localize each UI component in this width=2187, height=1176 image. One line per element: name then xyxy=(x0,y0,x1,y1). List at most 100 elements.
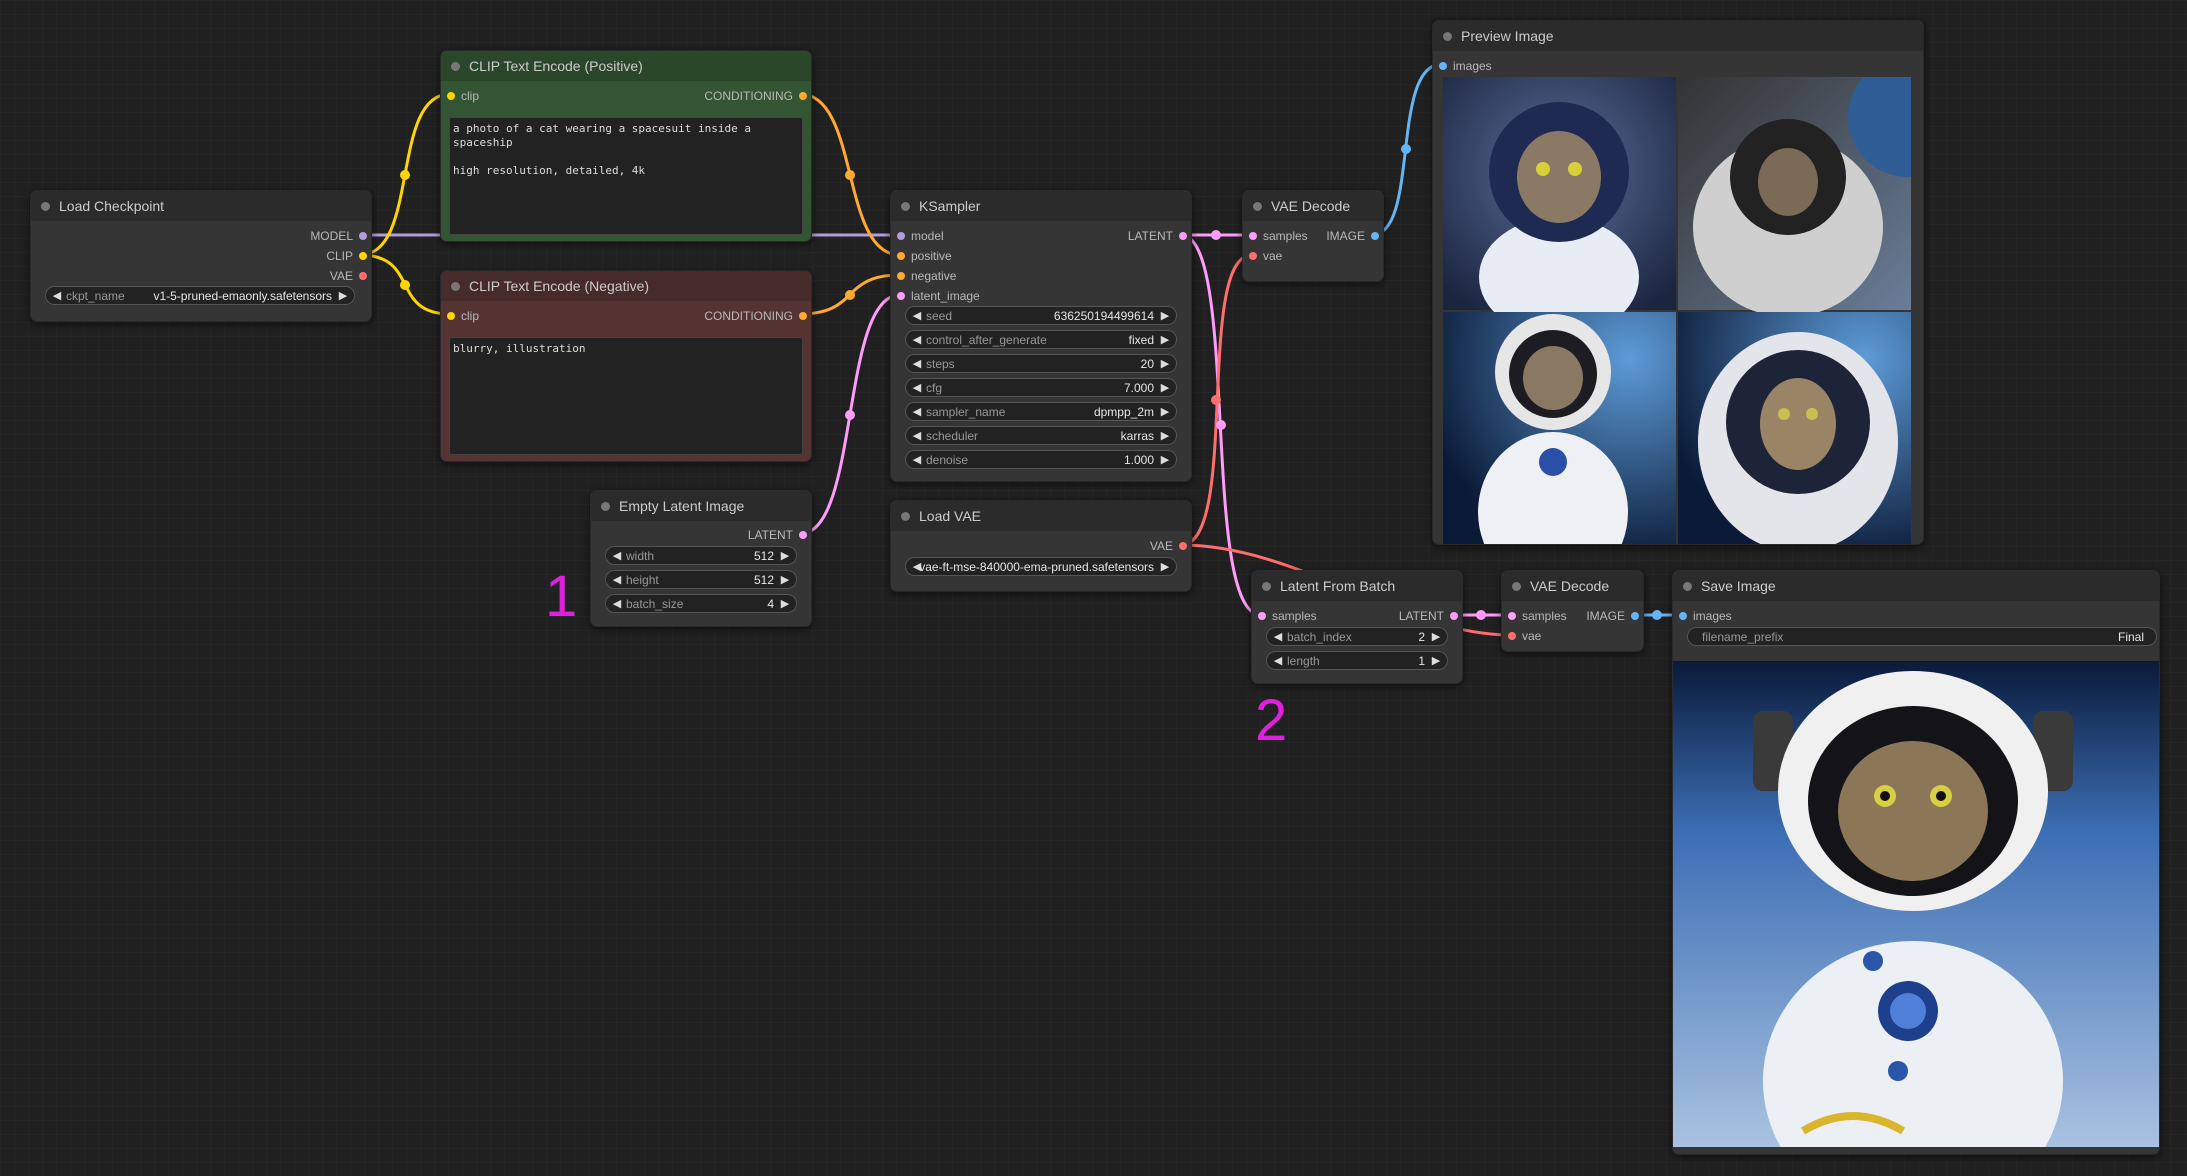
arrow-right-icon[interactable]: ▶ xyxy=(778,595,792,614)
control-after-generate-widget[interactable]: ◀ control_after_generate fixed ▶ xyxy=(905,330,1177,349)
ckpt-name-combo[interactable]: ◀ ckpt_name v1-5-pruned-emaonly.safetens… xyxy=(45,286,355,305)
output-conditioning[interactable]: CONDITIONING xyxy=(704,308,807,324)
node-title[interactable]: CLIP Text Encode (Positive) xyxy=(441,51,811,81)
arrow-left-icon[interactable]: ◀ xyxy=(610,571,624,590)
scheduler-widget[interactable]: ◀ scheduler karras ▶ xyxy=(905,426,1177,445)
clip-text-encode-negative-node[interactable]: CLIP Text Encode (Negative) clip CONDITI… xyxy=(440,270,812,462)
input-images[interactable]: images xyxy=(1439,58,1492,74)
vae-name-combo[interactable]: ◀ vae-ft-mse-840000-ema-pruned.safetenso… xyxy=(905,557,1177,576)
input-clip[interactable]: clip xyxy=(447,88,479,104)
collapse-dot-icon[interactable] xyxy=(41,202,50,211)
input-positive[interactable]: positive xyxy=(897,248,952,264)
height-number-widget[interactable]: ◀ height 512 ▶ xyxy=(605,570,797,589)
clip-text-encode-positive-node[interactable]: CLIP Text Encode (Positive) clip CONDITI… xyxy=(440,50,812,242)
collapse-dot-icon[interactable] xyxy=(901,202,910,211)
saved-image[interactable] xyxy=(1673,661,2159,1147)
arrow-right-icon[interactable]: ▶ xyxy=(778,547,792,566)
output-image[interactable]: IMAGE xyxy=(1326,228,1379,244)
input-samples[interactable]: samples xyxy=(1508,608,1567,624)
output-model[interactable]: MODEL xyxy=(310,228,367,244)
output-latent[interactable]: LATENT xyxy=(748,527,807,543)
positive-prompt-textarea[interactable]: a photo of a cat wearing a spacesuit ins… xyxy=(449,117,803,235)
arrow-left-icon[interactable]: ◀ xyxy=(910,379,924,398)
arrow-left-icon[interactable]: ◀ xyxy=(910,451,924,470)
collapse-dot-icon[interactable] xyxy=(1512,582,1521,591)
output-vae[interactable]: VAE xyxy=(330,268,367,284)
arrow-left-icon[interactable]: ◀ xyxy=(610,595,624,614)
arrow-right-icon[interactable]: ▶ xyxy=(336,287,350,306)
negative-prompt-textarea[interactable]: blurry, illustration xyxy=(449,337,803,455)
arrow-right-icon[interactable]: ▶ xyxy=(1429,628,1443,647)
node-title[interactable]: CLIP Text Encode (Negative) xyxy=(441,271,811,301)
arrow-right-icon[interactable]: ▶ xyxy=(778,571,792,590)
input-samples[interactable]: samples xyxy=(1249,228,1308,244)
ksampler-node[interactable]: KSampler model positive negative latent_… xyxy=(890,190,1192,482)
arrow-left-icon[interactable]: ◀ xyxy=(610,547,624,566)
arrow-left-icon[interactable]: ◀ xyxy=(910,427,924,446)
arrow-left-icon[interactable]: ◀ xyxy=(910,307,924,326)
output-image[interactable]: IMAGE xyxy=(1586,608,1639,624)
collapse-dot-icon[interactable] xyxy=(451,282,460,291)
node-title[interactable]: Latent From Batch xyxy=(1252,571,1462,601)
arrow-right-icon[interactable]: ▶ xyxy=(1158,558,1172,577)
steps-widget[interactable]: ◀ steps 20 ▶ xyxy=(905,354,1177,373)
node-title[interactable]: Empty Latent Image xyxy=(591,491,811,521)
collapse-dot-icon[interactable] xyxy=(1262,582,1271,591)
batch-size-number-widget[interactable]: ◀ batch_size 4 ▶ xyxy=(605,594,797,613)
node-title[interactable]: Save Image xyxy=(1673,571,2159,601)
vae-decode-node[interactable]: VAE Decode samples vae IMAGE xyxy=(1242,190,1384,282)
output-latent[interactable]: LATENT xyxy=(1399,608,1458,624)
preview-image-node[interactable]: Preview Image images xyxy=(1432,20,1968,592)
preview-image-grid[interactable] xyxy=(1443,57,1968,592)
seed-widget[interactable]: ◀ seed 636250194499614 ▶ xyxy=(905,306,1177,325)
arrow-right-icon[interactable]: ▶ xyxy=(1158,403,1172,422)
node-title[interactable]: KSampler xyxy=(891,191,1191,221)
output-conditioning[interactable]: CONDITIONING xyxy=(704,88,807,104)
denoise-widget[interactable]: ◀ denoise 1.000 ▶ xyxy=(905,450,1177,469)
node-title[interactable]: Preview Image xyxy=(1433,21,1923,51)
input-latent-image[interactable]: latent_image xyxy=(897,288,980,304)
arrow-right-icon[interactable]: ▶ xyxy=(1158,331,1172,350)
arrow-left-icon[interactable]: ◀ xyxy=(1271,628,1285,647)
latent-from-batch-node[interactable]: Latent From Batch samples LATENT ◀ batch_… xyxy=(1251,570,1463,684)
arrow-right-icon[interactable]: ▶ xyxy=(1158,379,1172,398)
arrow-right-icon[interactable]: ▶ xyxy=(1158,427,1172,446)
input-negative[interactable]: negative xyxy=(897,268,956,284)
collapse-dot-icon[interactable] xyxy=(1253,202,1262,211)
arrow-right-icon[interactable]: ▶ xyxy=(1158,307,1172,326)
arrow-right-icon[interactable]: ▶ xyxy=(1158,355,1172,374)
cfg-widget[interactable]: ◀ cfg 7.000 ▶ xyxy=(905,378,1177,397)
input-vae[interactable]: vae xyxy=(1249,248,1282,264)
input-images[interactable]: images xyxy=(1679,608,1732,624)
input-samples[interactable]: samples xyxy=(1258,608,1317,624)
vae-decode-node-2[interactable]: VAE Decode samples vae IMAGE xyxy=(1501,570,1644,652)
collapse-dot-icon[interactable] xyxy=(1683,582,1692,591)
node-title[interactable]: Load VAE xyxy=(891,501,1191,531)
batch-index-widget[interactable]: ◀ batch_index 2 ▶ xyxy=(1266,627,1448,646)
output-clip[interactable]: CLIP xyxy=(326,248,367,264)
load-checkpoint-node[interactable]: Load Checkpoint MODEL CLIP VAE ◀ ckpt_na… xyxy=(30,190,372,322)
input-clip[interactable]: clip xyxy=(447,308,479,324)
output-vae[interactable]: VAE xyxy=(1150,538,1187,554)
arrow-right-icon[interactable]: ▶ xyxy=(1158,451,1172,470)
output-latent[interactable]: LATENT xyxy=(1128,228,1187,244)
arrow-left-icon[interactable]: ◀ xyxy=(1271,652,1285,671)
node-title[interactable]: VAE Decode xyxy=(1502,571,1643,601)
arrow-left-icon[interactable]: ◀ xyxy=(50,287,64,306)
sampler-name-widget[interactable]: ◀ sampler_name dpmpp_2m ▶ xyxy=(905,402,1177,421)
filename-prefix-field[interactable]: filename_prefix Final xyxy=(1687,627,2157,646)
width-number-widget[interactable]: ◀ width 512 ▶ xyxy=(605,546,797,565)
collapse-dot-icon[interactable] xyxy=(451,62,460,71)
input-vae[interactable]: vae xyxy=(1508,628,1541,644)
arrow-left-icon[interactable]: ◀ xyxy=(910,403,924,422)
collapse-dot-icon[interactable] xyxy=(901,512,910,521)
collapse-dot-icon[interactable] xyxy=(601,502,610,511)
save-image-node[interactable]: Save Image images filename_prefix Final xyxy=(1672,570,2160,1155)
arrow-left-icon[interactable]: ◀ xyxy=(910,331,924,350)
collapse-dot-icon[interactable] xyxy=(1443,32,1452,41)
empty-latent-image-node[interactable]: Empty Latent Image LATENT ◀ width 512 ▶ ◀ he… xyxy=(590,490,812,627)
load-vae-node[interactable]: Load VAE VAE ◀ vae-ft-mse-840000-ema-pru… xyxy=(890,500,1192,592)
node-title[interactable]: Load Checkpoint xyxy=(31,191,371,221)
node-title[interactable]: VAE Decode xyxy=(1243,191,1383,221)
arrow-right-icon[interactable]: ▶ xyxy=(1429,652,1443,671)
